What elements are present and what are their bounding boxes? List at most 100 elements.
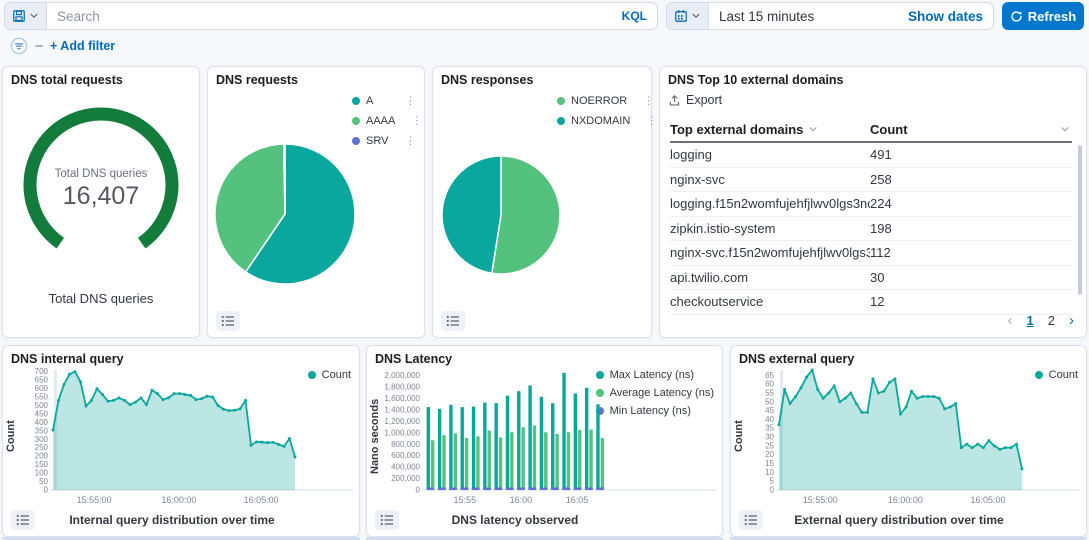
count-cell: 30 (870, 270, 1072, 285)
svg-text:1,800,000: 1,800,000 (384, 383, 420, 392)
table-row[interactable]: zipkin.istio-system198 (670, 217, 1072, 242)
sort-chevron-icon (808, 124, 818, 134)
legend-label: A (366, 95, 373, 107)
table-row[interactable]: logging491 (670, 143, 1072, 168)
page-2-button[interactable]: 2 (1048, 313, 1055, 328)
table-row[interactable]: nginx-svc.f15n2womfujehfjlwv0lgs3no...11… (670, 241, 1072, 266)
chevron-down-icon (691, 11, 701, 21)
legend-toggle-button[interactable] (375, 510, 399, 530)
svg-text:500: 500 (35, 401, 49, 410)
legend-actions-icon[interactable]: ⋮ (633, 96, 654, 107)
domain-cell: logging (670, 147, 870, 162)
legend-actions-icon[interactable]: ⋮ (395, 136, 416, 147)
svg-text:55: 55 (765, 388, 774, 397)
time-range-field: Last 15 minutes Show dates (709, 3, 993, 29)
svg-text:15: 15 (765, 459, 774, 468)
filter-bar: + Add filter (10, 37, 115, 55)
svg-text:60: 60 (765, 380, 774, 389)
query-bar: KQL Last 15 minutes Show dates Refresh (4, 2, 1085, 30)
legend-dot (557, 97, 565, 105)
domain-cell: logging.f15n2womfujehfjlwv0lgs3nog.... (670, 196, 870, 211)
svg-text:2,000,000: 2,000,000 (384, 371, 420, 380)
legend-actions-icon[interactable]: ⋮ (395, 96, 416, 107)
table-row[interactable]: checkoutservice12 (670, 290, 1072, 315)
kql-badge[interactable]: KQL (622, 9, 647, 23)
legend-item-a[interactable]: A⋮ (352, 91, 416, 111)
dns-requests-pie-chart[interactable] (214, 143, 356, 285)
count-cell: 12 (870, 294, 1072, 309)
legend-dot (352, 97, 360, 105)
svg-text:65: 65 (765, 371, 774, 380)
legend-item-aaaa[interactable]: AAAA⋮ (352, 111, 416, 131)
count-cell: 258 (870, 172, 1072, 187)
legend-item-srv[interactable]: SRV ⋮ (352, 131, 416, 151)
svg-text:35: 35 (765, 424, 774, 433)
external-query-area-chart[interactable]: 0510152025303540455055606515:55:0016:00:… (737, 362, 1082, 510)
search-input[interactable] (57, 9, 614, 24)
list-icon (221, 315, 235, 327)
prev-page-button[interactable]: ‹ (1008, 312, 1013, 329)
saved-query-menu-button[interactable] (5, 3, 47, 29)
svg-text:450: 450 (35, 409, 49, 418)
svg-text:100: 100 (35, 469, 49, 478)
domain-cell: zipkin.istio-system (670, 221, 870, 236)
export-button[interactable]: Export (668, 93, 722, 107)
legend-toggle-button[interactable] (216, 311, 240, 331)
svg-text:300: 300 (35, 435, 49, 444)
svg-text:400: 400 (35, 418, 49, 427)
internal-query-area-chart[interactable]: 0501001502002503003504004505005506006507… (9, 362, 355, 510)
svg-text:16:05:00: 16:05:00 (244, 495, 279, 505)
next-page-button[interactable]: › (1069, 312, 1074, 329)
legend-item-nxdomain[interactable]: NXDOMAIN⋮ (557, 111, 643, 131)
dns-responses-pie-chart[interactable] (441, 155, 561, 275)
latency-bar-chart[interactable]: 0200,000400,000600,000800,0001,000,0001,… (373, 362, 718, 510)
refresh-icon (1010, 10, 1023, 23)
export-icon (668, 94, 681, 107)
filter-icon[interactable] (10, 37, 28, 55)
table-row[interactable]: api.twilio.com30 (670, 266, 1072, 291)
legend-item-noerror[interactable]: NOERROR⋮ (557, 91, 643, 111)
date-quick-menu-button[interactable] (667, 3, 709, 29)
svg-text:45: 45 (765, 406, 774, 415)
panel-dns-requests: DNS requests A⋮AAAA⋮SRV⋮ (207, 66, 425, 338)
panel-dns-responses: DNS responses NOERROR⋮NXDOMAIN⋮ (432, 66, 652, 338)
gauge-center-label: Total DNS queries (55, 168, 148, 180)
legend-actions-icon[interactable]: ⋮ (636, 116, 657, 127)
page-1-button[interactable]: 1 (1027, 313, 1034, 328)
refresh-label: Refresh (1028, 9, 1076, 24)
panel-dns-top-domains: DNS Top 10 external domains Export Top e… (659, 66, 1087, 338)
export-label: Export (686, 93, 722, 107)
svg-text:0: 0 (44, 486, 49, 495)
column-header-count[interactable]: Count (870, 122, 1072, 137)
gauge-value: 16,407 (63, 182, 139, 210)
list-icon (16, 514, 30, 526)
time-range-value[interactable]: Last 15 minutes (719, 9, 814, 24)
count-cell: 491 (870, 147, 1072, 162)
legend-label: SRV (366, 135, 388, 147)
x-axis-title: DNS latency observed (425, 513, 605, 527)
svg-text:600: 600 (35, 384, 49, 393)
svg-text:800,000: 800,000 (391, 440, 420, 449)
table-row[interactable]: nginx-svc258 (670, 168, 1072, 193)
refresh-button[interactable]: Refresh (1002, 2, 1084, 30)
list-icon (380, 514, 394, 526)
table-row[interactable]: logging.f15n2womfujehfjlwv0lgs3nog....22… (670, 192, 1072, 217)
show-dates-link[interactable]: Show dates (908, 9, 983, 24)
legend-actions-icon[interactable]: ⋮ (401, 116, 422, 127)
panel-title: DNS requests (216, 73, 298, 87)
pie-slice-noerror[interactable] (492, 156, 560, 274)
pie-slice-nxdomain[interactable] (442, 156, 501, 273)
svg-text:50: 50 (39, 477, 48, 486)
table-scrollbar[interactable] (1078, 145, 1082, 295)
svg-text:0: 0 (416, 486, 421, 495)
pagination: ‹ 12 › (1008, 312, 1074, 329)
legend-toggle-button[interactable] (739, 510, 763, 530)
svg-text:700: 700 (35, 367, 49, 376)
legend-toggle-button[interactable] (11, 510, 35, 530)
domain-cell: nginx-svc.f15n2womfujehfjlwv0lgs3no... (670, 245, 870, 260)
svg-text:1,200,000: 1,200,000 (384, 417, 420, 426)
legend-toggle-button[interactable] (441, 311, 465, 331)
count-cell: 198 (870, 221, 1072, 236)
add-filter-link[interactable]: + Add filter (50, 39, 115, 53)
column-header-domains[interactable]: Top external domains (670, 122, 870, 137)
